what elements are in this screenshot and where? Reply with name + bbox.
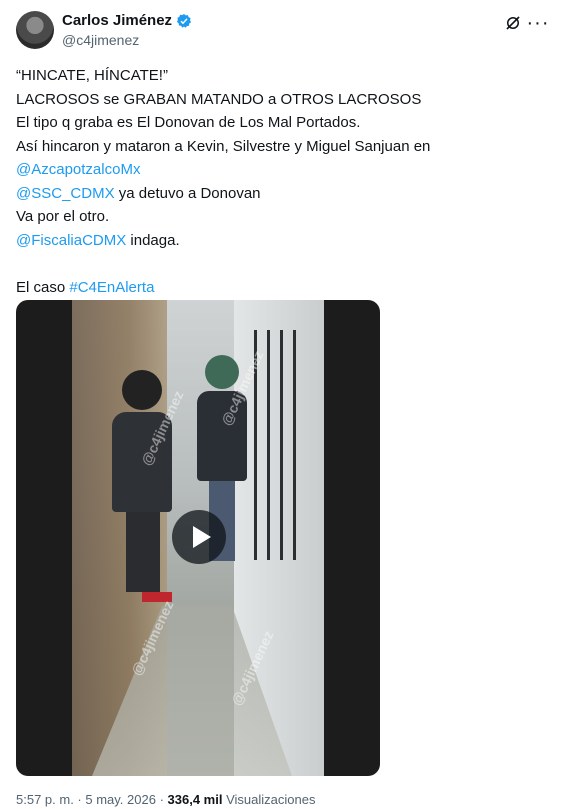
tweet-text-fragment: El caso xyxy=(16,278,70,296)
author-handle[interactable]: @c4jimenez xyxy=(62,32,139,48)
tweet-line: “HINCATE, HÍNCATE!” xyxy=(16,67,168,84)
tweet-time[interactable]: 5:57 p. m. xyxy=(16,792,74,807)
meta-separator: · xyxy=(73,792,86,807)
play-button[interactable] xyxy=(172,510,226,564)
author-name[interactable]: Carlos Jiménez xyxy=(62,12,172,29)
author-name-row[interactable]: Carlos Jiménez xyxy=(62,12,192,29)
tweet-line: LACROSOS se GRABAN MATANDO a OTROS LACRO… xyxy=(16,90,422,108)
tweet-meta: 5:57 p. m. · 5 may. 2026 · 336,4 mil Vis… xyxy=(16,792,315,807)
views-count: 336,4 mil xyxy=(167,792,223,807)
verified-badge-icon xyxy=(176,13,192,28)
tweet-date[interactable]: 5 may. 2026 xyxy=(85,792,156,807)
tweet-line: Así hincaron y mataron a Kevin, Silvestr… xyxy=(16,137,431,155)
video-player[interactable]: @c4jimenez @c4jimenez @c4jimenez @c4jime… xyxy=(16,300,380,776)
meta-separator: · xyxy=(155,792,168,807)
tweet-line: Va por el otro. xyxy=(16,208,110,225)
tweet-text: “HINCATE, HÍNCATE!” LACROSOS se GRABAN M… xyxy=(16,64,556,299)
tweet-text-fragment: ya detuvo a Donovan xyxy=(114,184,261,202)
author-avatar[interactable] xyxy=(16,11,54,49)
mention-link[interactable]: @AzcapotzalcoMx xyxy=(16,161,140,178)
mention-link[interactable]: @FiscaliaCDMX xyxy=(16,232,126,249)
grok-icon[interactable] xyxy=(502,12,524,34)
views-label: Visualizaciones xyxy=(226,792,316,807)
more-options-icon[interactable]: ··· xyxy=(527,12,549,34)
tweet-line: El tipo q graba es El Donovan de Los Mal… xyxy=(16,114,361,131)
tweet-text-fragment: indaga. xyxy=(126,231,180,249)
mention-link[interactable]: @SSC_CDMX xyxy=(16,185,115,202)
hashtag-link[interactable]: #C4EnAlerta xyxy=(69,279,154,296)
play-icon xyxy=(192,526,211,548)
